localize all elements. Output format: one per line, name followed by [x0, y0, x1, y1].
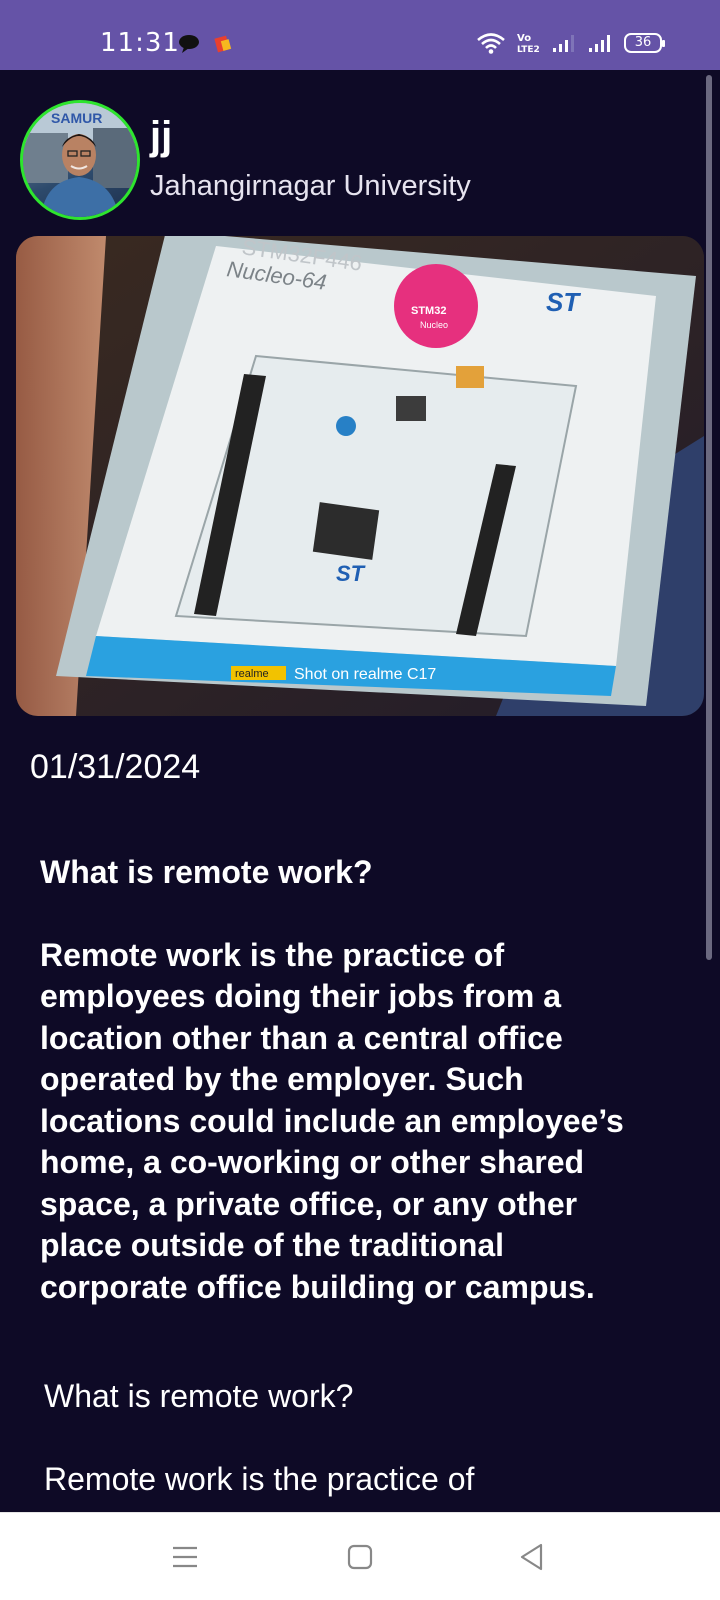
st-logo: ST [546, 287, 581, 317]
chat-bubble-icon [178, 34, 200, 54]
status-time: 11:31 [100, 28, 180, 58]
post-body-plain: What is remote work? Remote work is the … [44, 1376, 664, 1500]
signal-icon [588, 33, 614, 53]
app-notification-icon [214, 34, 236, 54]
author-row[interactable]: SAMUR jj Jahangirnagar University [20, 100, 700, 220]
status-indicators: Vo LTE2 36 [476, 32, 665, 54]
avatar[interactable]: SAMUR [20, 100, 140, 220]
post-date: 01/31/2024 [30, 748, 201, 786]
board-badge-sublabel: Nucleo [420, 320, 448, 330]
camera-watermark-text: Shot on realme C17 [294, 666, 436, 683]
post-title: What is remote work? [40, 854, 373, 890]
scrollbar[interactable] [706, 75, 712, 960]
post-image[interactable]: STM32 Nucleo STM32F446 Nucleo-64 ST ST r… [16, 236, 704, 716]
post-text: Remote work is the practice of employees… [40, 936, 624, 1305]
camera-watermark-brand: realme [235, 668, 269, 680]
volte-icon: Vo LTE2 [516, 32, 542, 54]
home-icon[interactable] [340, 1537, 380, 1577]
system-nav-bar [0, 1512, 720, 1600]
wifi-icon [476, 32, 506, 54]
battery-icon: 36 [624, 33, 665, 53]
post-detail[interactable]: SAMUR jj Jahangirnagar University STM32 … [0, 70, 720, 1512]
svg-text:LTE2: LTE2 [517, 45, 540, 54]
author-organization: Jahangirnagar University [150, 170, 471, 202]
menu-icon[interactable] [165, 1537, 205, 1577]
signal-icon [552, 33, 578, 53]
svg-text:Vo: Vo [517, 33, 531, 44]
author-name[interactable]: jj [150, 114, 172, 159]
svg-text:SAMUR: SAMUR [51, 110, 102, 126]
board-badge-label: STM32 [411, 305, 446, 317]
post-text-plain: Remote work is the practice of [44, 1460, 475, 1497]
post-body: What is remote work? Remote work is the … [40, 852, 660, 1308]
back-icon[interactable] [512, 1537, 552, 1577]
st-logo: ST [336, 561, 366, 586]
status-bar: 11:31 Vo LTE2 36 [0, 0, 720, 70]
post-title-plain: What is remote work? [44, 1378, 354, 1414]
